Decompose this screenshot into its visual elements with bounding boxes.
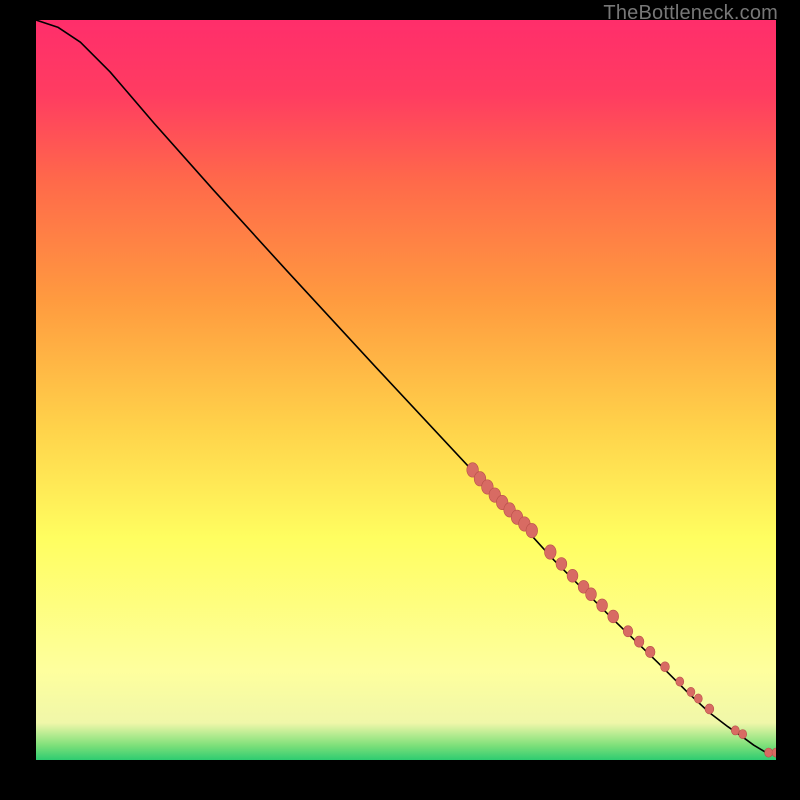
bottleneck-curve xyxy=(36,20,776,753)
data-dot xyxy=(731,726,739,735)
data-dot xyxy=(545,545,557,559)
data-dot xyxy=(676,677,684,686)
data-dot xyxy=(489,488,501,502)
data-dot xyxy=(705,704,714,714)
data-dot xyxy=(474,472,486,486)
data-dot xyxy=(623,626,633,637)
data-dot xyxy=(567,569,578,582)
data-dots xyxy=(467,463,776,757)
data-dot xyxy=(661,662,670,672)
data-dot xyxy=(519,517,531,531)
data-dot xyxy=(578,580,589,593)
data-dot xyxy=(496,495,508,509)
data-dot xyxy=(556,558,567,571)
data-dot xyxy=(467,463,479,477)
data-dot xyxy=(739,730,747,739)
data-dot xyxy=(765,748,773,757)
chart-frame: TheBottleneck.com xyxy=(0,0,800,800)
data-dot xyxy=(645,646,655,657)
data-dot xyxy=(586,588,597,601)
data-dot xyxy=(482,480,494,494)
data-dot xyxy=(687,687,695,696)
data-dot xyxy=(634,636,644,647)
data-dot xyxy=(526,523,538,537)
data-dot xyxy=(772,748,776,757)
data-dot xyxy=(597,599,608,612)
data-dot xyxy=(504,503,516,517)
data-dot xyxy=(511,510,523,524)
plot-area xyxy=(36,20,776,760)
chart-overlay xyxy=(36,20,776,760)
data-dot xyxy=(694,694,702,703)
data-dot xyxy=(608,610,619,623)
